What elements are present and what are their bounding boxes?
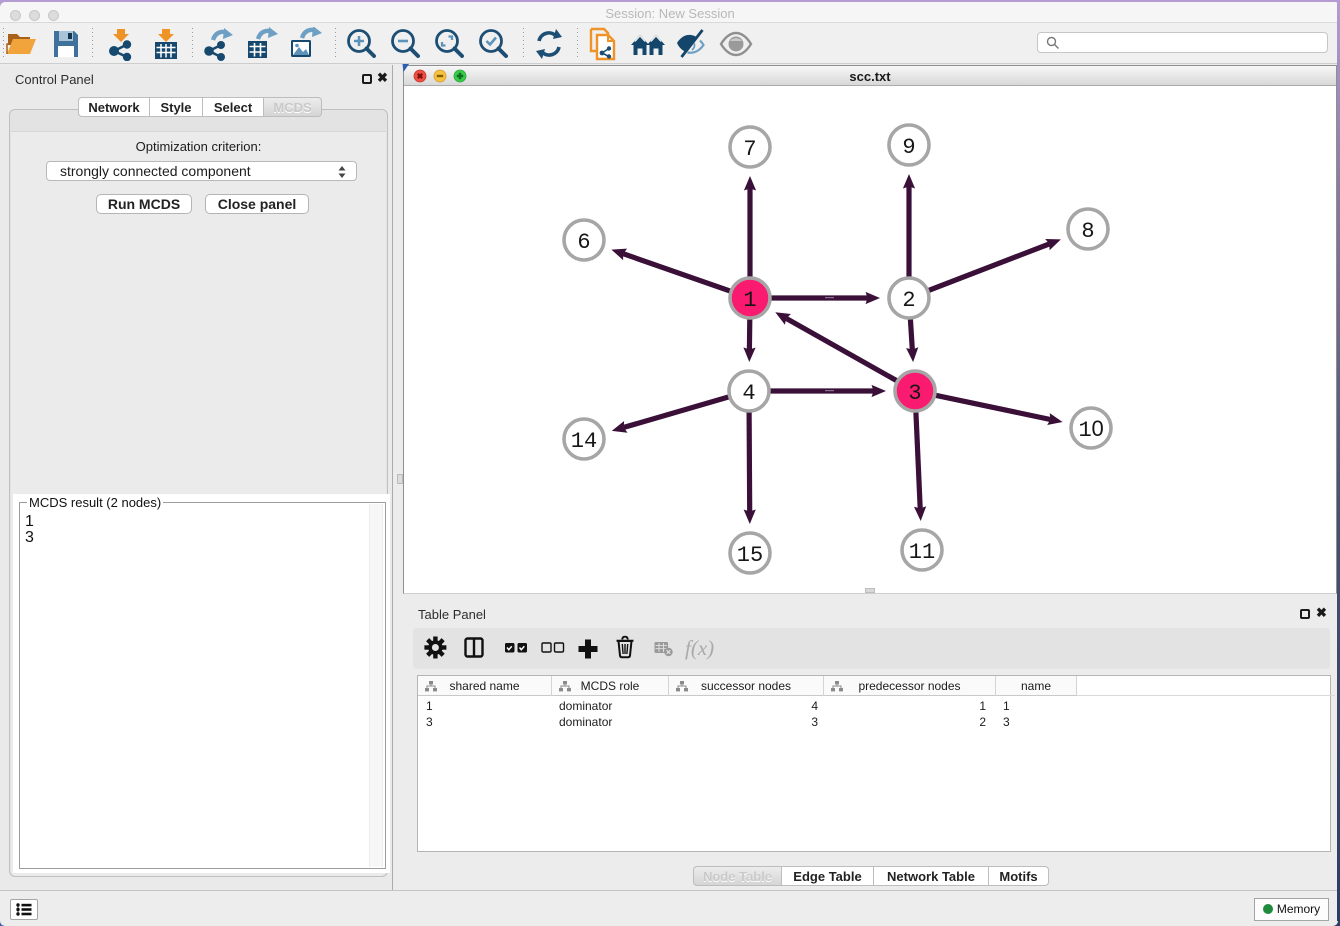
svg-text:6: 6 bbox=[577, 230, 590, 255]
svg-text:9: 9 bbox=[902, 135, 915, 160]
svg-text:4: 4 bbox=[742, 381, 755, 406]
svg-text:15: 15 bbox=[737, 543, 763, 568]
svg-text:f(x): f(x) bbox=[685, 636, 714, 660]
svg-text:11: 11 bbox=[909, 540, 935, 565]
svg-text:3: 3 bbox=[908, 381, 921, 406]
svg-text:2: 2 bbox=[902, 288, 915, 313]
svg-text:8: 8 bbox=[1081, 219, 1094, 244]
svg-text:14: 14 bbox=[571, 429, 597, 454]
svg-text:0: 0 bbox=[1092, 416, 1104, 441]
svg-text:1: 1 bbox=[1079, 418, 1092, 443]
svg-text:1: 1 bbox=[743, 288, 756, 313]
svg-text:7: 7 bbox=[743, 137, 756, 162]
